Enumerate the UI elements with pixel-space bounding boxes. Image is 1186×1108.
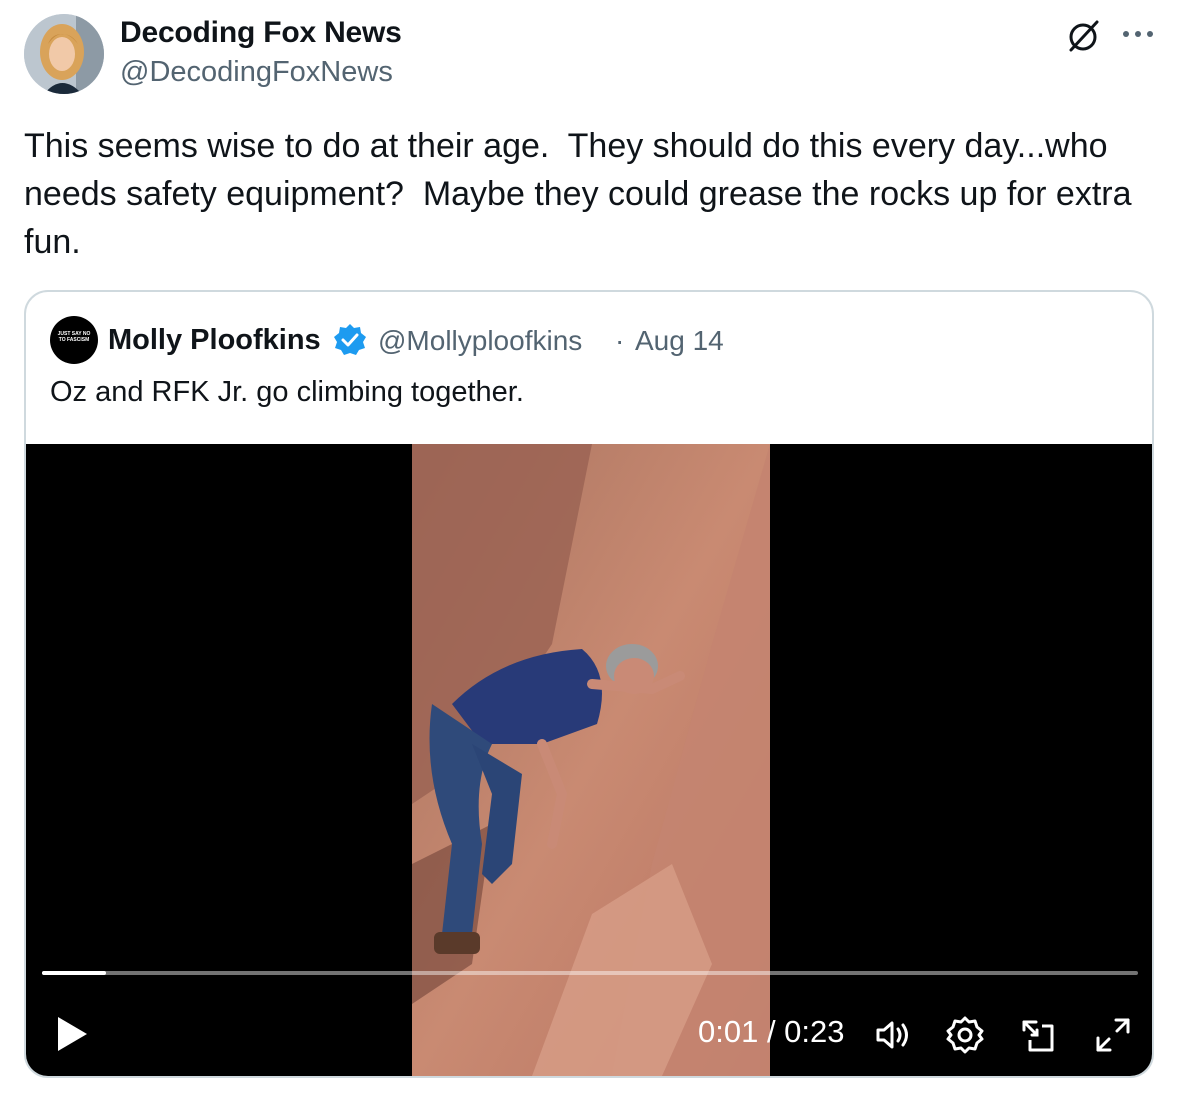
post-text: This seems wise to do at their age. They… xyxy=(24,127,1141,261)
settings-icon[interactable] xyxy=(944,1014,986,1056)
video-time: 0:01 / 0:23 xyxy=(698,1014,845,1049)
quote-separator: · xyxy=(615,325,625,356)
quote-avatar-text: JUST SAY NO TO FASCISM xyxy=(57,331,91,343)
quote-date[interactable]: Aug 14 xyxy=(635,325,724,357)
author-name[interactable]: Decoding Fox News xyxy=(120,16,402,50)
volume-icon[interactable] xyxy=(872,1014,914,1056)
video-player[interactable]: 0:01 / 0:23 xyxy=(26,444,1152,1076)
pip-icon[interactable] xyxy=(1018,1014,1060,1056)
video-progress-fill xyxy=(42,971,106,975)
quote-author-name[interactable]: Molly Ploofkins xyxy=(108,324,321,357)
quoted-post[interactable]: JUST SAY NO TO FASCISM Molly Ploofkins @… xyxy=(24,290,1154,1078)
play-icon[interactable] xyxy=(54,1014,90,1054)
quote-text: Oz and RFK Jr. go climbing together. xyxy=(50,376,524,408)
video-frame[interactable] xyxy=(412,444,770,1076)
author-handle[interactable]: @DecodingFoxNews xyxy=(120,56,393,89)
quote-author-handle[interactable]: @Mollyploofkins xyxy=(378,325,582,357)
video-progress-bar[interactable] xyxy=(42,971,1138,975)
author-avatar[interactable] xyxy=(24,14,104,94)
verified-badge-icon xyxy=(332,322,368,358)
grok-icon[interactable] xyxy=(1064,16,1104,56)
quote-avatar[interactable]: JUST SAY NO TO FASCISM xyxy=(50,316,98,364)
more-icon[interactable] xyxy=(1118,14,1158,54)
fullscreen-icon[interactable] xyxy=(1092,1014,1134,1056)
